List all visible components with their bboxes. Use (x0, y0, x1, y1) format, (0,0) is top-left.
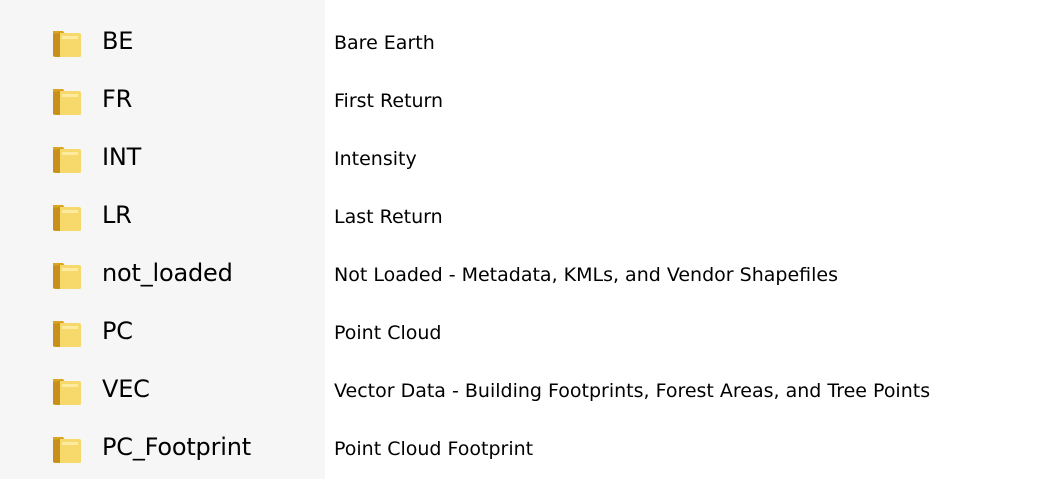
folder-name[interactable]: INT (102, 142, 141, 172)
folder-row-not-loaded[interactable]: not_loaded Not Loaded - Metadata, KMLs, … (0, 248, 1062, 306)
folder-description: Not Loaded - Metadata, KMLs, and Vendor … (334, 264, 838, 286)
folder-icon (50, 374, 84, 408)
folder-row-be[interactable]: BE Bare Earth (0, 16, 1062, 74)
folder-name[interactable]: not_loaded (102, 258, 233, 288)
folder-description: Intensity (334, 148, 417, 170)
folder-row-pc[interactable]: PC Point Cloud (0, 306, 1062, 364)
folder-icon (50, 432, 84, 466)
folder-name[interactable]: PC (102, 316, 133, 346)
folder-row-pc-footprint[interactable]: PC_Footprint Point Cloud Footprint (0, 422, 1062, 480)
folder-icon (50, 26, 84, 60)
folder-icon (50, 142, 84, 176)
folder-list: BE Bare Earth FR First Return INT Intens… (0, 16, 1062, 480)
folder-icon (50, 84, 84, 118)
folder-row-fr[interactable]: FR First Return (0, 74, 1062, 132)
folder-name[interactable]: LR (102, 200, 132, 230)
folder-name[interactable]: PC_Footprint (102, 432, 251, 462)
folder-row-lr[interactable]: LR Last Return (0, 190, 1062, 248)
folder-name[interactable]: VEC (102, 374, 150, 404)
folder-row-vec[interactable]: VEC Vector Data - Building Footprints, F… (0, 364, 1062, 422)
folder-icon (50, 316, 84, 350)
folder-description: First Return (334, 90, 444, 112)
folder-description: Last Return (334, 206, 443, 228)
folder-description: Point Cloud Footprint (334, 438, 534, 460)
folder-row-int[interactable]: INT Intensity (0, 132, 1062, 190)
folder-name[interactable]: FR (102, 84, 132, 114)
folder-icon (50, 200, 84, 234)
folder-description: Point Cloud (334, 322, 442, 344)
folder-name[interactable]: BE (102, 26, 133, 56)
folder-icon (50, 258, 84, 292)
folder-description: Bare Earth (334, 32, 435, 54)
folder-description: Vector Data - Building Footprints, Fores… (334, 380, 931, 402)
